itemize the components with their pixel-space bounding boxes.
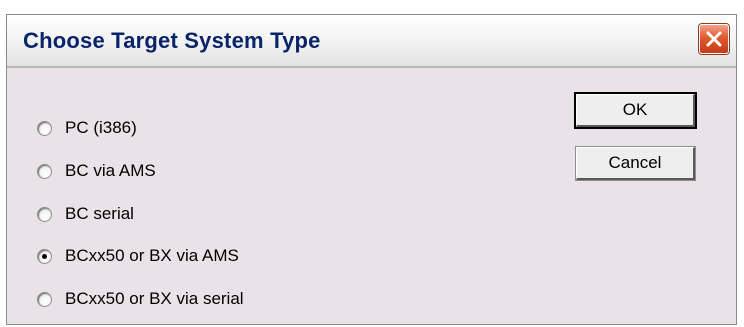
dialog-content: PC (i386) BC via AMS BC serial BCxx50 or… xyxy=(7,68,736,324)
title-bar[interactable]: Choose Target System Type xyxy=(7,15,736,68)
radio-pc-i386[interactable] xyxy=(37,120,52,136)
close-icon xyxy=(706,31,722,47)
option-pc-i386[interactable]: PC (i386) xyxy=(37,115,137,141)
radio-bcxx50-bx-via-ams[interactable] xyxy=(37,248,52,264)
close-button[interactable] xyxy=(699,24,729,54)
option-bc-serial[interactable]: BC serial xyxy=(37,201,134,227)
option-label: PC (i386) xyxy=(65,118,137,137)
option-label: BCxx50 or BX via serial xyxy=(65,289,244,308)
choose-target-system-dialog: Choose Target System Type PC (i386) BC v… xyxy=(6,14,737,325)
option-label: BCxx50 or BX via AMS xyxy=(65,246,239,265)
option-label: BC serial xyxy=(65,204,134,223)
option-bc-via-ams[interactable]: BC via AMS xyxy=(37,158,156,184)
radio-bc-serial[interactable] xyxy=(37,206,52,222)
radio-bc-via-ams[interactable] xyxy=(37,163,52,179)
ok-button[interactable]: OK xyxy=(574,92,697,129)
cancel-button[interactable]: Cancel xyxy=(575,146,696,181)
option-bcxx50-bx-via-serial[interactable]: BCxx50 or BX via serial xyxy=(37,286,244,312)
dialog-title: Choose Target System Type xyxy=(23,28,321,53)
option-label: BC via AMS xyxy=(65,161,156,180)
option-bcxx50-bx-via-ams[interactable]: BCxx50 or BX via AMS xyxy=(37,243,239,269)
radio-bcxx50-bx-via-serial[interactable] xyxy=(37,291,52,307)
